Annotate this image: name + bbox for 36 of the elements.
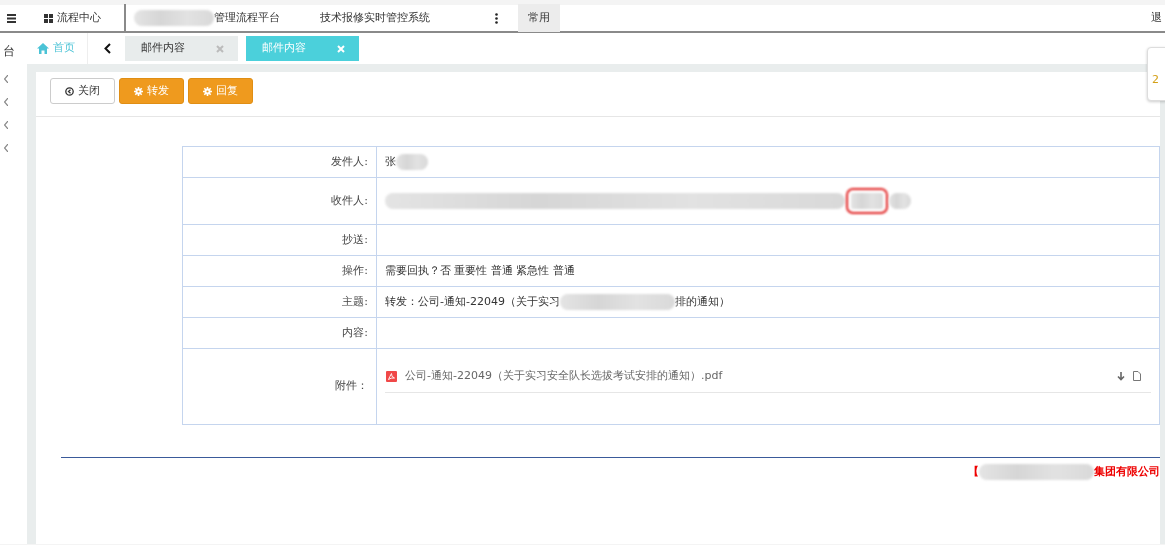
circle-arrow-icon bbox=[65, 86, 74, 96]
menu-icon bbox=[7, 13, 16, 23]
chevron-icon bbox=[4, 75, 8, 83]
back-icon[interactable] bbox=[104, 43, 111, 54]
file-icon[interactable] bbox=[1133, 371, 1141, 382]
text: 【 bbox=[968, 464, 979, 480]
gear-icon bbox=[203, 86, 212, 96]
text: 排的通知） bbox=[674, 293, 730, 310]
chevron-icon bbox=[4, 144, 8, 152]
logout-link[interactable]: 退 bbox=[1151, 9, 1162, 27]
tab[interactable]: 邮件内容 bbox=[125, 36, 238, 61]
field-label: 发件人: bbox=[331, 154, 368, 168]
text: 集团有限公司 bbox=[1094, 464, 1160, 480]
field-label: 主题: bbox=[342, 294, 368, 308]
sidebar-title: 台 bbox=[3, 43, 15, 60]
field-label: 操作: bbox=[342, 263, 368, 277]
field-label: 内容: bbox=[342, 325, 368, 339]
more-icon bbox=[495, 12, 498, 24]
chevron-icon bbox=[4, 121, 8, 129]
text: 转发：公司-通知-22049（关于实习 bbox=[385, 293, 560, 310]
field-label: 附件： bbox=[335, 379, 368, 393]
text: 张 bbox=[385, 153, 396, 170]
home-icon bbox=[37, 43, 49, 54]
common-button[interactable]: 常用 bbox=[518, 4, 560, 32]
download-icon[interactable] bbox=[1117, 371, 1125, 381]
attachment-link[interactable]: 公司-通知-22049（关于实习安全队长选拔考试安排的通知）.pdf bbox=[405, 368, 723, 385]
chevron-icon bbox=[4, 98, 8, 106]
text: 需要回执？否 重要性 普通 紧急性 普通 bbox=[385, 262, 575, 279]
field-label: 抄送: bbox=[342, 232, 368, 246]
pdf-icon bbox=[386, 370, 397, 382]
grid-icon bbox=[44, 13, 53, 23]
close-button[interactable]: 关闭 bbox=[50, 78, 115, 104]
nav-link[interactable]: 管理流程平台 bbox=[214, 9, 280, 27]
field-label: 收件人: bbox=[331, 193, 368, 207]
gear-icon bbox=[134, 86, 143, 96]
nav-link[interactable]: 技术报修实时管控系统 bbox=[320, 9, 430, 27]
